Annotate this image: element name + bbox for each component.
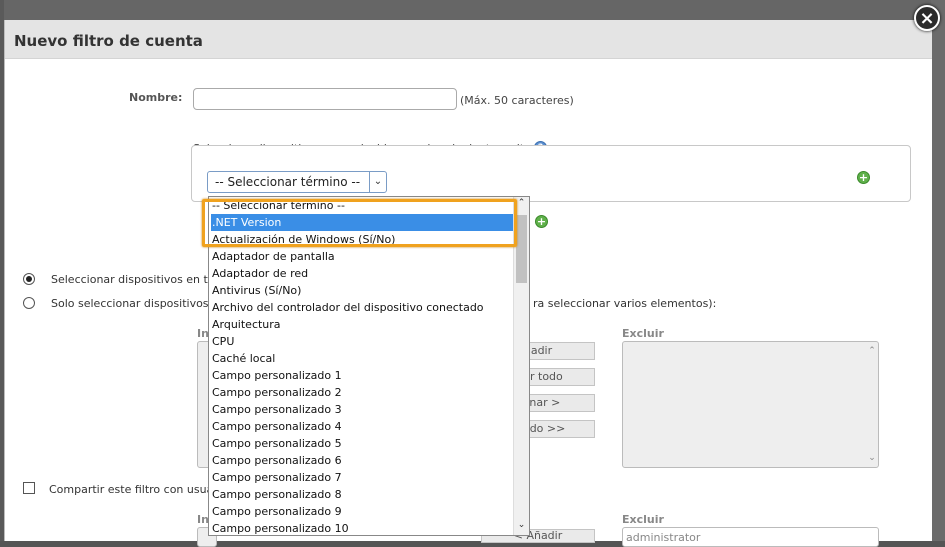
dropdown-option[interactable]: Campo personalizado 10: [211, 520, 515, 535]
name-label: Nombre:: [129, 91, 183, 104]
share-filter-label: Compartir este filtro con usuari: [49, 483, 221, 496]
scroll-down-icon[interactable]: ⌄: [868, 453, 876, 463]
dropdown-option[interactable]: Campo personalizado 1: [211, 367, 515, 384]
dropdown-option[interactable]: Adaptador de pantalla: [211, 248, 515, 265]
dialog-header: Nuevo filtro de cuenta: [5, 20, 932, 59]
scroll-up-icon[interactable]: ⌃: [868, 346, 876, 356]
term-dropdown-list[interactable]: -- Seleccionar término -- .NET Version Act…: [208, 196, 530, 536]
exclude-header-2: Excluir: [622, 513, 664, 526]
page-backdrop-top: [0, 0, 945, 20]
term-select-value: -- Seleccionar término --: [215, 175, 361, 189]
radio-only-devices[interactable]: [23, 297, 35, 309]
close-icon[interactable]: ×: [914, 5, 940, 31]
dropdown-option[interactable]: Campo personalizado 4: [211, 418, 515, 435]
highlight-frame: [202, 199, 517, 247]
radio-all-devices[interactable]: [23, 273, 35, 285]
dropdown-option[interactable]: Campo personalizado 7: [211, 469, 515, 486]
share-filter-checkbox[interactable]: [23, 482, 35, 494]
page-backdrop-right: [931, 0, 945, 541]
dropdown-option[interactable]: Campo personalizado 6: [211, 452, 515, 469]
dropdown-option[interactable]: Caché local: [211, 350, 515, 367]
dropdown-scrollbar[interactable]: ⌃ ⌄: [513, 197, 529, 535]
scroll-down-icon[interactable]: ⌄: [514, 520, 529, 530]
exclude-listbox-2[interactable]: administrator: [622, 527, 879, 547]
add-criterion-icon[interactable]: +: [857, 171, 870, 184]
dropdown-option[interactable]: Campo personalizado 3: [211, 401, 515, 418]
radio-only-devices-label: Solo seleccionar dispositivos e: [51, 297, 219, 310]
dropdown-option[interactable]: Campo personalizado 5: [211, 435, 515, 452]
dropdown-option[interactable]: Archivo del controlador del dispositivo …: [211, 299, 515, 316]
name-hint: (Máx. 50 caracteres): [460, 94, 574, 107]
name-input[interactable]: [193, 88, 457, 110]
radio-all-devices-label: Seleccionar dispositivos en tod: [51, 273, 222, 286]
dropdown-option[interactable]: Campo personalizado 2: [211, 384, 515, 401]
exclude-item[interactable]: administrator: [626, 531, 700, 544]
term-select[interactable]: -- Seleccionar término -- ⌄: [207, 171, 387, 193]
exclude-header: Excluir: [622, 327, 664, 340]
exclude-listbox[interactable]: ⌃ ⌄: [622, 341, 879, 468]
chevron-down-icon[interactable]: ⌄: [369, 172, 386, 192]
radio-only-devices-suffix: ra seleccionar varios elementos):: [533, 297, 717, 310]
dropdown-option[interactable]: Adaptador de red: [211, 265, 515, 282]
scrollbar-thumb[interactable]: [516, 215, 527, 283]
dropdown-option[interactable]: Campo personalizado 8: [211, 486, 515, 503]
dropdown-option[interactable]: Campo personalizado 9: [211, 503, 515, 520]
dropdown-option[interactable]: Antivirus (Sí/No): [211, 282, 515, 299]
add-group-icon[interactable]: +: [535, 215, 548, 228]
dialog-title: Nuevo filtro de cuenta: [14, 32, 203, 50]
dropdown-option[interactable]: CPU: [211, 333, 515, 350]
dropdown-option[interactable]: Arquitectura: [211, 316, 515, 333]
